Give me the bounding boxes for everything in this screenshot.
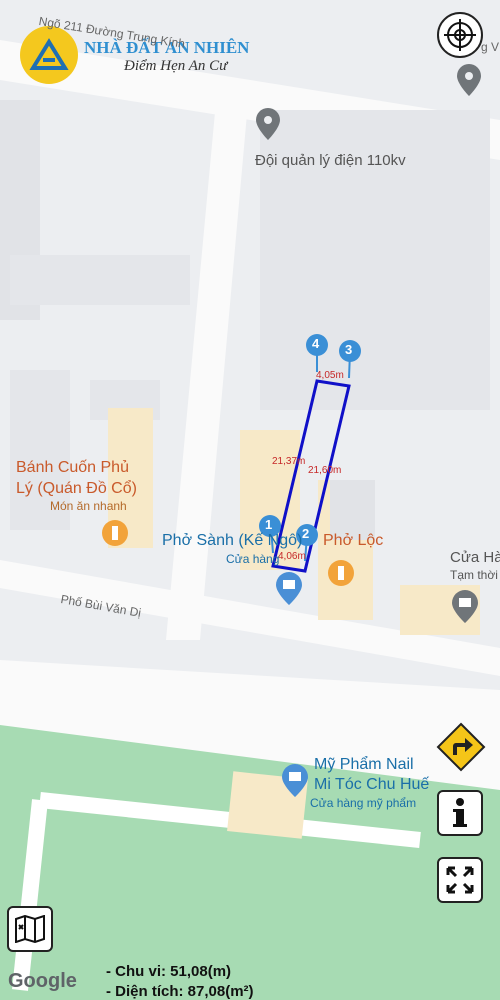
poi-nail-line1: Mỹ Phẩm Nail	[314, 756, 414, 773]
poi-pin-banh-cuon	[102, 520, 128, 546]
poi-banh-cuon-sub: Món ăn nhanh	[50, 499, 127, 513]
dim-bottom: 4,06m	[278, 551, 306, 562]
poi-pho-sanh-label: Phở Sành (Kế Ngô)	[162, 532, 303, 549]
map-layers-button[interactable]	[7, 906, 53, 952]
dim-right: 21,60m	[308, 465, 342, 476]
dim-left: 21,37m	[272, 456, 306, 467]
poi-banh-cuon-line2: Lý (Quán Đồ Cổ)	[16, 480, 137, 497]
crosshair-icon	[444, 19, 476, 51]
poi-nail-sub: Cửa hàng mỹ phẩm	[310, 796, 417, 810]
brand-slogan: Điểm Hẹn An Cư	[124, 58, 228, 74]
turn-right-icon	[436, 722, 486, 772]
logo-mark-icon	[29, 38, 69, 70]
area-text: - Diện tích: 87,08(m²)	[106, 983, 254, 1000]
edge-text: g V	[481, 40, 500, 54]
poi-banh-cuon-line1: Bánh Cuốn Phủ	[16, 459, 129, 476]
poi-pho-sanh-sub: Cửa hàng	[226, 552, 280, 566]
plot-marker-3-label: 3	[345, 342, 353, 357]
poi-nail-line2: Mi Tóc Chu Huế	[314, 776, 430, 793]
brand-logo	[20, 26, 78, 84]
plot-marker-4-label: 4	[312, 336, 320, 351]
poi-pho-loc-label: Phở Lộc	[323, 532, 384, 549]
poi-cua-ha-label: Cửa Hà	[450, 549, 500, 566]
poi-power-label: Đội quản lý điện 110kv	[255, 152, 406, 169]
crosshair-button[interactable]	[437, 12, 483, 58]
map-layers-icon	[15, 915, 45, 943]
google-attribution: Google	[8, 970, 77, 992]
info-button[interactable]	[437, 790, 483, 836]
poi-cua-ha-sub: Tạm thời	[450, 568, 498, 582]
fullscreen-icon	[446, 866, 474, 894]
fullscreen-button[interactable]	[437, 857, 483, 903]
dim-top: 4,05m	[316, 370, 344, 381]
poi-pin-pho-loc	[328, 560, 354, 586]
plot-marker-2-label: 2	[302, 526, 310, 541]
perimeter-text: - Chu vi: 51,08(m)	[106, 963, 232, 980]
plot-marker-1-label: 1	[265, 517, 273, 532]
info-icon	[453, 798, 467, 827]
turn-right-button[interactable]	[436, 722, 486, 772]
